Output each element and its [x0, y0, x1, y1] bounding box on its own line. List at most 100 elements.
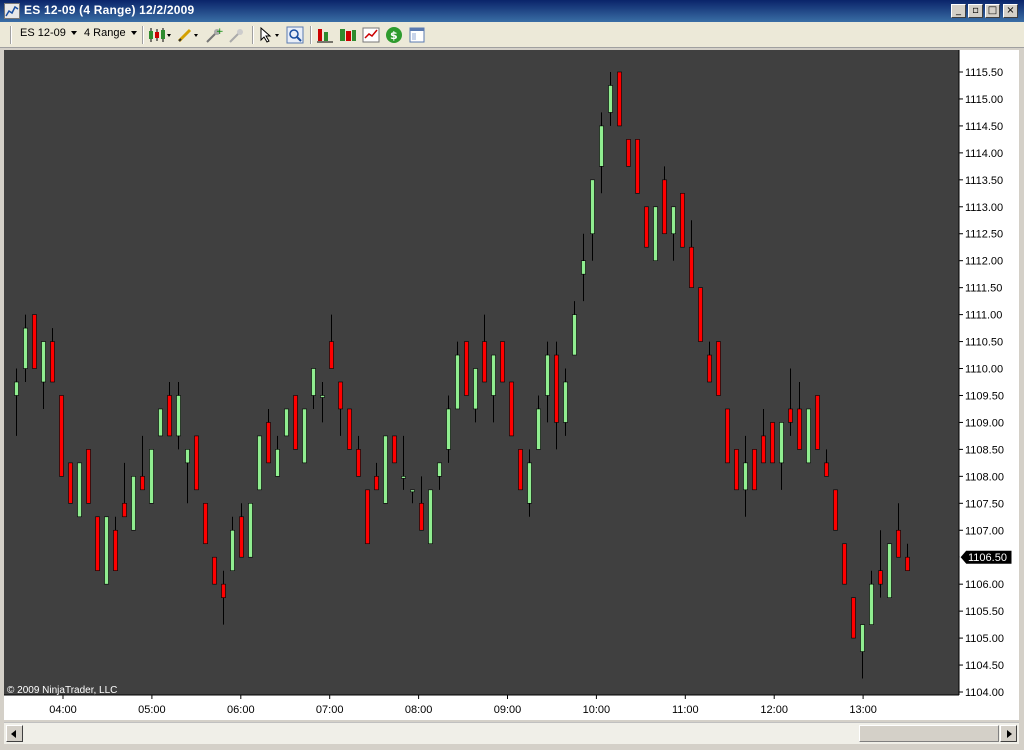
close-button[interactable]: × — [1003, 4, 1018, 18]
price-tick-label: 1105.50 — [965, 606, 1004, 618]
candle-down — [338, 381, 343, 410]
price-tick-label: 1107.00 — [965, 525, 1004, 537]
candle-up — [779, 422, 784, 464]
candle-down — [815, 395, 820, 450]
price-tick-label: 1111.50 — [965, 283, 1002, 295]
candle-down — [482, 341, 487, 383]
candle-down — [662, 179, 667, 235]
candle-down — [86, 449, 91, 504]
price-tick-label: 1113.00 — [965, 202, 1003, 214]
chart-style-icon[interactable] — [148, 26, 172, 44]
candle-down — [770, 422, 775, 464]
dollar-icon[interactable]: $ — [385, 26, 403, 44]
candle-up — [671, 206, 676, 235]
candle-up — [176, 395, 181, 437]
candle-down — [50, 341, 55, 383]
candle-up — [455, 354, 460, 410]
candle-down — [221, 583, 226, 598]
properties-icon[interactable] — [408, 26, 426, 44]
plot-background — [4, 50, 959, 695]
candle-down — [698, 287, 703, 342]
candle-up — [545, 354, 550, 396]
candle-down — [122, 503, 127, 518]
price-tick-label: 1115.50 — [965, 67, 1003, 79]
candle-down — [842, 543, 847, 585]
bar-width-icon[interactable] — [339, 26, 357, 44]
candle-down — [464, 341, 469, 396]
price-axis: 1104.00 1104.50 1105.00 1105.50 1106.00 1106.… — [958, 50, 1004, 699]
candle-down — [347, 408, 352, 450]
candle-up — [860, 624, 865, 652]
price-tick-label: 1104.50 — [965, 660, 1004, 672]
candle-down — [203, 503, 208, 545]
maximize-button[interactable]: □ — [985, 4, 1000, 18]
price-tick-label: 1110.50 — [965, 337, 1003, 349]
time-tick-label: 08:00 — [405, 704, 433, 716]
candle-down — [797, 408, 802, 450]
price-tick-label: 1112.00 — [965, 256, 1003, 268]
scroll-thumb[interactable] — [859, 725, 999, 742]
cursor-icon[interactable] — [258, 26, 282, 44]
candle-up — [41, 341, 46, 383]
data-series-icon[interactable] — [362, 26, 380, 44]
candle-down — [194, 435, 199, 491]
candle-down — [239, 516, 244, 558]
remove-indicator-icon[interactable] — [228, 26, 246, 44]
price-tick-label: 1114.50 — [965, 121, 1003, 133]
price-tick-label: 1108.00 — [965, 471, 1004, 483]
candle-up — [230, 529, 235, 571]
add-indicator-icon[interactable]: + — [205, 26, 223, 44]
candle-down — [356, 449, 361, 477]
time-tick-label: 07:00 — [316, 704, 344, 716]
instrument-label: ES 12-09 — [20, 27, 66, 39]
candle-down — [374, 476, 379, 491]
draw-tool-icon[interactable] — [177, 26, 201, 44]
zoom-icon[interactable] — [286, 26, 304, 44]
toolbar-grip — [10, 26, 12, 44]
price-tick-label: 1112.50 — [965, 229, 1003, 241]
horizontal-scrollbar[interactable] — [4, 722, 1019, 744]
candle-up — [302, 408, 307, 464]
time-tick-label: 10:00 — [583, 704, 611, 716]
candle-up — [473, 368, 478, 410]
candle-up — [491, 354, 496, 396]
candle-down — [293, 395, 298, 450]
candle-up — [275, 449, 280, 477]
candle-up — [446, 408, 451, 450]
price-tick-label: 1115.00 — [965, 94, 1003, 106]
candle-up — [14, 381, 19, 396]
scroll-left-button[interactable] — [6, 725, 23, 742]
candle-up — [608, 85, 613, 113]
candle-down — [509, 381, 514, 437]
restore-button[interactable]: ▫ — [968, 4, 983, 18]
time-tick-label: 09:00 — [494, 704, 522, 716]
candle-down — [833, 489, 838, 531]
candle-down — [635, 139, 640, 194]
scroll-right-button[interactable] — [1000, 725, 1017, 742]
candle-down — [68, 462, 73, 504]
candle-up — [590, 179, 595, 235]
last-price-marker: 1106.50 — [959, 549, 1013, 565]
candle-down — [626, 139, 631, 167]
candle-down — [518, 449, 523, 491]
period-dropdown[interactable]: 4 Range — [84, 27, 137, 39]
candle-down — [167, 395, 172, 437]
candle-up — [23, 327, 28, 369]
candle-down — [140, 476, 145, 491]
chart-panel[interactable]: 1104.00 1104.50 1105.00 1105.50 1106.00 1106.… — [4, 50, 1019, 720]
arrow-right-icon — [1007, 730, 1012, 738]
window-title: ES 12-09 (4 Range) 12/2/2009 — [24, 3, 195, 17]
minimize-button[interactable]: _ — [951, 4, 966, 18]
time-axis: 04:00 05:00 06:00 07:00 08:00 09:00 10:00 11:00… — [4, 694, 959, 716]
price-chart[interactable]: 1104.00 1104.50 1105.00 1105.50 1106.00 1106.… — [4, 50, 1019, 720]
svg-text:+: + — [216, 27, 223, 37]
bar-spacing-icon[interactable] — [316, 26, 334, 44]
candle-up — [599, 125, 604, 167]
candle-up — [536, 408, 541, 450]
candle-down — [32, 314, 37, 369]
candle-up — [887, 543, 892, 598]
instrument-dropdown[interactable]: ES 12-09 — [20, 27, 77, 39]
time-tick-label: 04:00 — [49, 704, 77, 716]
time-tick-label: 13:00 — [849, 704, 877, 716]
price-marker-label: 1106.50 — [968, 552, 1007, 564]
